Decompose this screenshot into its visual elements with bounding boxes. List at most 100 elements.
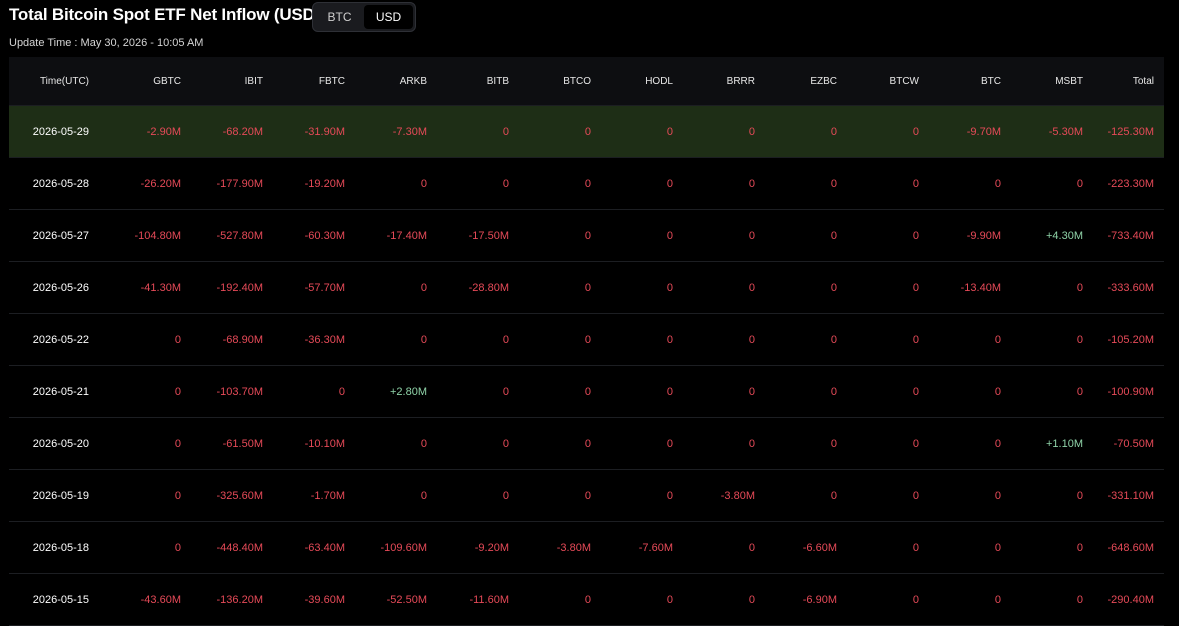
page-title: Total Bitcoin Spot ETF Net Inflow (USD) (9, 5, 321, 24)
toggle-btc-button[interactable]: BTC (315, 5, 364, 29)
row-date-cell: 2026-05-19 (32, 489, 89, 502)
flow-value-cell: 0 (912, 593, 919, 606)
flow-value-cell: -6.90M (802, 593, 837, 606)
flow-value-cell: 0 (666, 489, 673, 502)
flow-value-cell: -5.30M (1048, 125, 1083, 138)
flow-value-cell: 0 (502, 489, 509, 502)
flow-value-cell: -105.20M (1107, 333, 1154, 346)
row-date-cell: 2026-05-22 (32, 333, 89, 346)
table-row[interactable]: 2026-05-21 0 -103.70M 0 +2.80M 0 0 0 0 0 0 0 0 -100.9… (9, 366, 1164, 418)
flow-value-cell: -2.90M (146, 125, 181, 138)
column-header-btco[interactable]: BTCO (509, 76, 591, 87)
flow-value-cell: -26.20M (140, 177, 181, 190)
flow-value-cell: -19.20M (304, 177, 345, 190)
flow-value-cell: 0 (420, 489, 427, 502)
flow-value-cell: 0 (748, 541, 755, 554)
flow-value-cell: -733.40M (1107, 229, 1154, 242)
table-row[interactable]: 2026-05-18 0 -448.40M -63.40M -109.60M -9.20M… (9, 522, 1164, 574)
flow-value-cell: 0 (174, 437, 181, 450)
flow-value-cell: +2.80M (390, 385, 427, 398)
flow-value-cell: -10.10M (304, 437, 345, 450)
flow-value-cell: 0 (502, 177, 509, 190)
flow-value-cell: 0 (748, 385, 755, 398)
flow-value-cell: 0 (666, 177, 673, 190)
flow-value-cell: 0 (994, 385, 1001, 398)
column-header-gbtc[interactable]: GBTC (89, 76, 181, 87)
flow-value-cell: 0 (666, 281, 673, 294)
flow-value-cell: -109.60M (380, 541, 427, 554)
table-row[interactable]: 2026-05-26 -41.30M -192.40M -57.70M 0 -28.80M… (9, 262, 1164, 314)
column-header-bitb[interactable]: BITB (427, 76, 509, 87)
flow-value-cell: 0 (666, 125, 673, 138)
flow-value-cell: 0 (994, 489, 1001, 502)
column-header-ezbc[interactable]: EZBC (755, 76, 837, 87)
flow-value-cell: -1.70M (310, 489, 345, 502)
flow-value-cell: 0 (420, 177, 427, 190)
column-header-btc[interactable]: BTC (919, 76, 1001, 87)
row-date-cell: 2026-05-15 (32, 593, 89, 606)
table-row[interactable]: 2026-05-20 0 -61.50M -10.10M 0 0 0 0 0 0 0 0 +1.10M -… (9, 418, 1164, 470)
flow-value-cell: -68.90M (222, 333, 263, 346)
flow-value-cell: -43.60M (140, 593, 181, 606)
flow-value-cell: 0 (994, 177, 1001, 190)
flow-value-cell: -52.50M (386, 593, 427, 606)
flow-value-cell: 0 (420, 333, 427, 346)
flow-value-cell: +4.30M (1046, 229, 1083, 242)
flow-value-cell: 0 (912, 177, 919, 190)
flow-value-cell: -17.50M (468, 229, 509, 242)
row-date-cell: 2026-05-28 (32, 177, 89, 190)
flow-value-cell: -104.80M (134, 229, 181, 242)
flow-value-cell: 0 (1076, 385, 1083, 398)
flow-value-cell: -333.60M (1107, 281, 1154, 294)
flow-value-cell: 0 (420, 437, 427, 450)
table-row[interactable]: 2026-05-29 -2.90M -68.20M -31.90M -7.30M 0 0 0 0… (9, 106, 1164, 158)
flow-value-cell: 0 (912, 333, 919, 346)
flow-value-cell: 0 (748, 333, 755, 346)
flow-value-cell: 0 (1076, 177, 1083, 190)
currency-toggle: BTC USD (312, 2, 416, 32)
table-row[interactable]: 2026-05-28 -26.20M -177.90M -19.20M 0 0 0 0 0 0 0 0… (9, 158, 1164, 210)
flow-value-cell: 0 (748, 437, 755, 450)
flow-value-cell: 0 (338, 385, 345, 398)
flow-value-cell: 0 (420, 281, 427, 294)
flow-value-cell: -136.20M (216, 593, 263, 606)
flow-value-cell: 0 (174, 541, 181, 554)
column-header-brrr[interactable]: BRRR (673, 76, 755, 87)
flow-value-cell: 0 (502, 125, 509, 138)
row-date-cell: 2026-05-29 (32, 125, 89, 138)
flow-value-cell: 0 (584, 333, 591, 346)
flow-value-cell: 0 (912, 125, 919, 138)
flow-value-cell: -7.30M (392, 125, 427, 138)
column-header-btcw[interactable]: BTCW (837, 76, 919, 87)
flow-value-cell: 0 (584, 177, 591, 190)
flow-value-cell: -68.20M (222, 125, 263, 138)
column-header-ibit[interactable]: IBIT (181, 76, 263, 87)
table-row[interactable]: 2026-05-15 -43.60M -136.20M -39.60M -52.50M -… (9, 574, 1164, 626)
flow-value-cell: 0 (1076, 333, 1083, 346)
flow-value-cell: -57.70M (304, 281, 345, 294)
table-row[interactable]: 2026-05-22 0 -68.90M -36.30M 0 0 0 0 0 0 0 0 0 -105.2… (9, 314, 1164, 366)
flow-value-cell: 0 (912, 489, 919, 502)
flow-value-cell: 0 (584, 229, 591, 242)
column-header-time[interactable]: Time(UTC) (9, 76, 89, 87)
toggle-usd-button[interactable]: USD (364, 5, 413, 29)
flow-value-cell: 0 (748, 593, 755, 606)
flow-value-cell: 0 (830, 281, 837, 294)
column-header-total[interactable]: Total (1083, 76, 1154, 87)
column-header-arkb[interactable]: ARKB (345, 76, 427, 87)
table-header-row: Time(UTC) GBTC IBIT FBTC ARKB BITB BTCO … (9, 57, 1164, 106)
table-row[interactable]: 2026-05-19 0 -325.60M -1.70M 0 0 0 0 -3.80M 0 0 0 0 -… (9, 470, 1164, 522)
flow-value-cell: 0 (912, 281, 919, 294)
flow-value-cell: 0 (912, 437, 919, 450)
flow-value-cell: 0 (666, 437, 673, 450)
flow-value-cell: 0 (912, 541, 919, 554)
column-header-fbtc[interactable]: FBTC (263, 76, 345, 87)
flow-value-cell: 0 (502, 385, 509, 398)
flow-value-cell: 0 (830, 229, 837, 242)
table-row[interactable]: 2026-05-27 -104.80M -527.80M -60.30M -17.40M… (9, 210, 1164, 262)
flow-value-cell: 0 (748, 229, 755, 242)
column-header-msbt[interactable]: MSBT (1001, 76, 1083, 87)
flow-value-cell: -70.50M (1113, 437, 1154, 450)
column-header-hodl[interactable]: HODL (591, 76, 673, 87)
flow-value-cell: -448.40M (216, 541, 263, 554)
